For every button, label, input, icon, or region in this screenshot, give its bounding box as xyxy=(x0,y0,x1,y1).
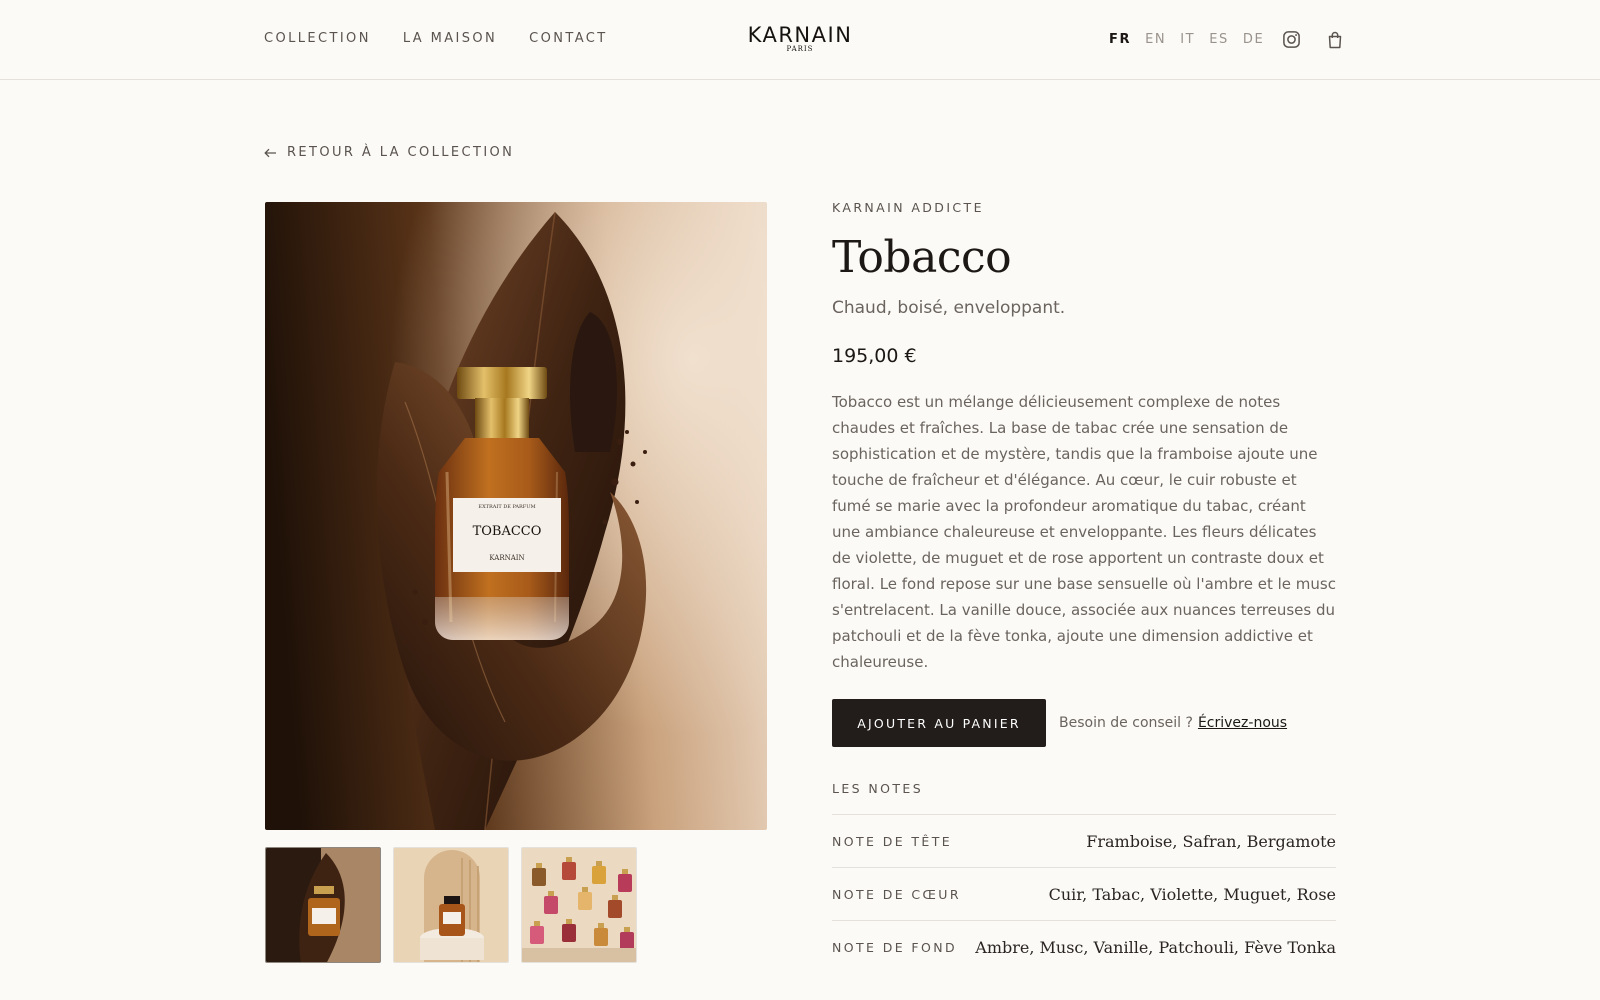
help-text: Besoin de conseil ? Écrivez-nous xyxy=(1059,715,1287,731)
notes-heading: LES NOTES xyxy=(832,781,1336,815)
lang-en[interactable]: EN xyxy=(1145,32,1166,47)
site-logo[interactable]: KARNAIN PARIS xyxy=(743,24,857,53)
product-description: Tobacco est un mélange délicieusement co… xyxy=(832,393,1336,671)
purchase-row: AJOUTER AU PANIER Besoin de conseil ? Écr… xyxy=(832,699,1336,747)
note-row-heart: NOTE DE CŒUR Cuir, Tabac, Violette, Mugu… xyxy=(832,868,1336,921)
back-link-label: RETOUR À LA COLLECTION xyxy=(287,145,515,160)
lang-es[interactable]: ES xyxy=(1209,32,1229,47)
site-header: COLLECTION LA MAISON CONTACT KARNAIN PAR… xyxy=(0,0,1600,80)
note-value: Cuir, Tabac, Violette, Muguet, Rose xyxy=(1048,884,1336,904)
product-main-image[interactable]: EXTRAIT DE PARFUM TOBACCO KARNAIN xyxy=(265,202,767,830)
header-actions: FR EN IT ES DE xyxy=(1109,30,1343,49)
note-label: NOTE DE CŒUR xyxy=(832,886,961,902)
note-value: Ambre, Musc, Vanille, Patchouli, Fève To… xyxy=(975,938,1336,957)
note-label: NOTE DE TÊTE xyxy=(832,833,953,849)
product-title: Tobacco xyxy=(832,232,1012,283)
thumbnail-3[interactable] xyxy=(521,847,637,963)
nav-contact[interactable]: CONTACT xyxy=(529,31,607,46)
product-details: KARNAIN ADDICTE Tobacco Chaud, boisé, en… xyxy=(832,200,1336,974)
lang-it[interactable]: IT xyxy=(1180,32,1195,47)
bottle-label-top: EXTRAIT DE PARFUM xyxy=(478,504,535,510)
note-value: Framboise, Safran, Bergamote xyxy=(1086,831,1336,851)
product-collection: KARNAIN ADDICTE xyxy=(832,200,984,215)
product-price: 195,00 € xyxy=(832,345,917,367)
bottle-label-brand: KARNAIN xyxy=(489,554,524,562)
lang-fr[interactable]: FR xyxy=(1109,32,1131,47)
add-to-cart-button[interactable]: AJOUTER AU PANIER xyxy=(832,699,1046,747)
lang-de[interactable]: DE xyxy=(1243,32,1264,47)
help-question: Besoin de conseil ? xyxy=(1059,715,1193,731)
arrow-left-icon xyxy=(264,148,276,157)
back-to-collection-link[interactable]: RETOUR À LA COLLECTION xyxy=(264,145,514,160)
main-nav: COLLECTION LA MAISON CONTACT xyxy=(264,31,608,46)
contact-us-link[interactable]: Écrivez-nous xyxy=(1198,715,1287,731)
instagram-icon[interactable] xyxy=(1282,30,1301,49)
thumbnail-2[interactable] xyxy=(393,847,509,963)
nav-la-maison[interactable]: LA MAISON xyxy=(403,31,497,46)
notes-list: NOTE DE TÊTE Framboise, Safran, Bergamot… xyxy=(832,815,1336,974)
bottle-label-name: TOBACCO xyxy=(473,524,542,539)
product-tagline: Chaud, boisé, enveloppant. xyxy=(832,298,1066,318)
note-row-top: NOTE DE TÊTE Framboise, Safran, Bergamot… xyxy=(832,815,1336,868)
nav-collection[interactable]: COLLECTION xyxy=(264,31,371,46)
product-thumbnails xyxy=(265,847,637,963)
shopping-bag-icon[interactable] xyxy=(1327,31,1343,49)
thumbnail-1[interactable] xyxy=(265,847,381,963)
logo-wordmark: KARNAIN xyxy=(747,23,853,47)
note-row-base: NOTE DE FOND Ambre, Musc, Vanille, Patch… xyxy=(832,921,1336,974)
note-label: NOTE DE FOND xyxy=(832,940,957,955)
